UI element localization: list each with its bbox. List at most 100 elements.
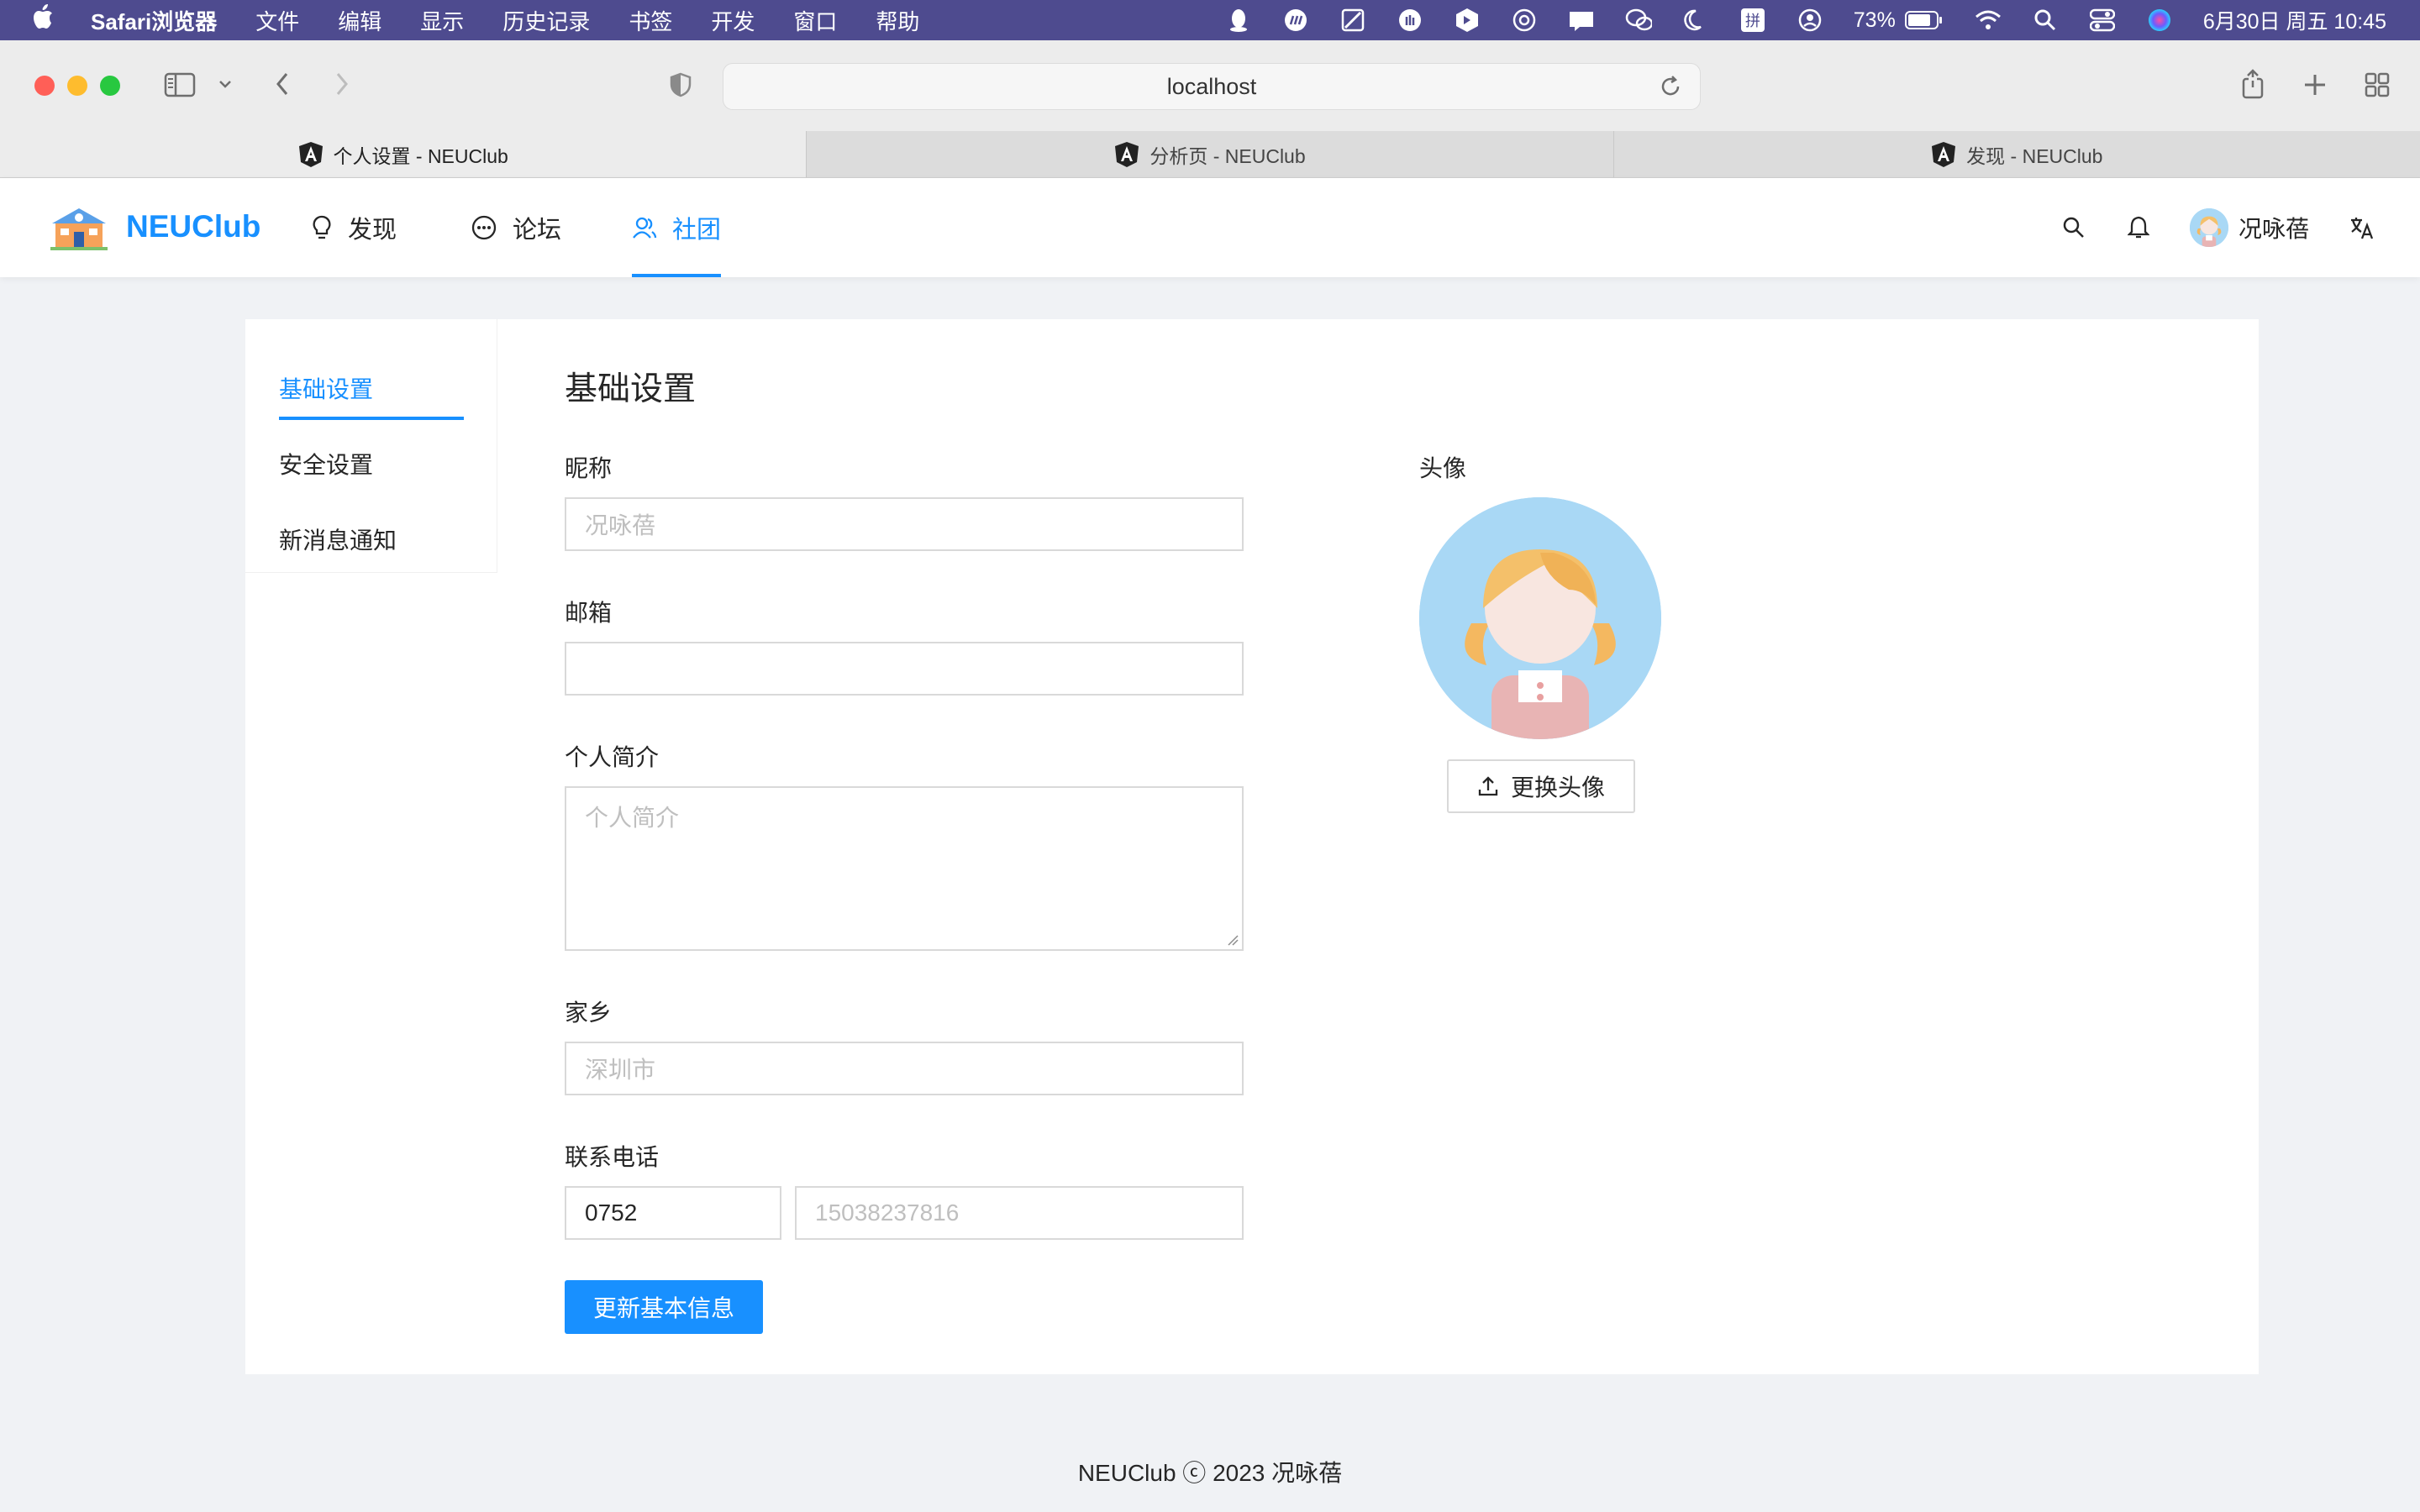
close-window-button[interactable] <box>34 76 55 96</box>
control-center-icon[interactable] <box>2089 7 2116 34</box>
page-title: 基础设置 <box>565 371 697 407</box>
wechat-icon[interactable] <box>1625 7 1652 34</box>
search-button[interactable] <box>2062 178 2086 277</box>
notification-button[interactable] <box>2128 178 2149 277</box>
active-nav-indicator <box>632 274 722 277</box>
back-icon[interactable] <box>271 69 294 99</box>
tab-title: 个人设置 - NEUClub <box>333 144 508 167</box>
tab-title: 发现 - NEUClub <box>1966 144 2103 167</box>
hand-icon[interactable] <box>1397 7 1423 34</box>
translate-icon <box>2351 218 2374 239</box>
minimize-window-button[interactable] <box>67 76 87 96</box>
bio-placeholder: 个人简介 <box>585 805 680 831</box>
change-avatar-button[interactable]: 更换头像 <box>1447 759 1635 813</box>
change-avatar-label: 更换头像 <box>1510 774 1605 801</box>
logo[interactable]: NEUClub <box>50 203 260 250</box>
bell-icon <box>2128 216 2149 239</box>
sidebar-toggle-icon[interactable] <box>163 71 197 99</box>
message-icon <box>471 215 497 240</box>
hexagon-app-icon[interactable] <box>1454 7 1481 34</box>
dropzone-icon[interactable] <box>1568 7 1595 34</box>
nav-club[interactable]: 社团 <box>632 178 722 277</box>
menu-history[interactable]: 历史记录 <box>502 5 590 36</box>
sync-icon[interactable] <box>1511 7 1538 34</box>
privacy-shield-icon[interactable] <box>668 71 693 99</box>
menu-view[interactable]: 显示 <box>420 5 464 36</box>
chevron-down-icon[interactable] <box>217 76 234 92</box>
resize-grip-icon[interactable] <box>1227 934 1239 946</box>
email-label: 邮箱 <box>565 600 613 626</box>
footer: NEUClub ⓒ 2023 况咏蓓 <box>1077 1460 1343 1486</box>
menu-bookmarks[interactable]: 书签 <box>629 5 672 36</box>
qq-icon[interactable] <box>1225 7 1252 34</box>
menu-help[interactable]: 帮助 <box>876 5 919 36</box>
istat-icon[interactable] <box>1282 7 1309 34</box>
language-button[interactable] <box>2349 178 2375 277</box>
user-circle-icon[interactable] <box>1797 7 1823 34</box>
tab-overview-icon[interactable] <box>2363 71 2391 99</box>
angular-icon <box>298 141 323 167</box>
siri-icon[interactable] <box>2146 7 2173 34</box>
side-menu-notifications[interactable]: 新消息通知 <box>279 522 397 556</box>
new-tab-icon[interactable] <box>2301 71 2329 99</box>
nickname-input[interactable]: 况咏蓓 <box>565 497 1244 551</box>
hometown-input[interactable]: 深圳市 <box>565 1042 1244 1095</box>
image-tool-icon[interactable] <box>1339 7 1366 34</box>
menu-window[interactable]: 窗口 <box>793 5 837 36</box>
url-text: localhost <box>1166 73 1257 99</box>
search-icon <box>2063 217 2084 238</box>
phone-number-input[interactable]: 15038237816 <box>795 1186 1244 1240</box>
tab-analysis[interactable]: 分析页 - NEUClub <box>806 131 1612 177</box>
tab-title: 分析页 - NEUClub <box>1150 144 1306 167</box>
angular-icon <box>1115 141 1139 167</box>
share-icon[interactable] <box>2238 67 2267 101</box>
angular-icon <box>1932 141 1956 167</box>
area-code-input[interactable]: 0752 <box>565 1186 781 1240</box>
menu-develop[interactable]: 开发 <box>711 5 755 36</box>
forward-icon[interactable] <box>330 69 354 99</box>
menu-safari[interactable]: Safari浏览器 <box>91 5 217 36</box>
phone-label: 联系电话 <box>565 1144 660 1170</box>
app-header: NEUClub 发现 论坛 社团 况咏蓓 <box>0 178 2420 277</box>
side-menu-security-settings[interactable]: 安全设置 <box>279 447 373 480</box>
zoom-window-button[interactable] <box>100 76 120 96</box>
side-menu-active-indicator <box>279 417 464 420</box>
input-method-icon[interactable]: 拼 <box>1739 7 1766 34</box>
brand-name: NEUClub <box>126 209 261 244</box>
apple-icon[interactable] <box>32 4 57 36</box>
team-icon <box>633 217 657 239</box>
bulb-icon <box>313 215 331 239</box>
macos-menubar: Safari浏览器 文件 编辑 显示 历史记录 书签 开发 窗口 帮助 拼 73… <box>0 0 2420 40</box>
user-menu[interactable]: 况咏蓓 <box>2190 178 2309 277</box>
school-logo-icon <box>50 208 108 250</box>
status-area: 拼 73% 6月30日 周五 10:45 <box>1225 0 2386 40</box>
bio-textarea[interactable]: 个人简介 <box>565 786 1244 951</box>
nav-discover[interactable]: 发现 <box>311 178 397 277</box>
tab-discover[interactable]: 发现 - NEUClub <box>1612 131 2420 177</box>
nickname-label: 昵称 <box>565 455 613 481</box>
tab-personal-settings[interactable]: 个人设置 - NEUClub <box>0 131 807 177</box>
reload-icon[interactable] <box>1658 74 1683 105</box>
nav-forum[interactable]: 论坛 <box>471 178 561 277</box>
settings-side-menu: 基础设置 安全设置 新消息通知 <box>245 319 497 573</box>
spotlight-icon[interactable] <box>2032 7 2059 34</box>
menubar-clock[interactable]: 6月30日 周五 10:45 <box>2203 5 2386 35</box>
avatar <box>2190 208 2228 247</box>
wifi-icon[interactable] <box>1975 7 2002 34</box>
address-bar[interactable]: localhost <box>723 63 1701 110</box>
menu-file[interactable]: 文件 <box>255 5 299 36</box>
svg-text:拼: 拼 <box>1745 13 1760 30</box>
menu-edit[interactable]: 编辑 <box>338 5 381 36</box>
avatar-image <box>1419 497 1661 739</box>
bio-label: 个人简介 <box>565 744 660 770</box>
update-info-button[interactable]: 更新基本信息 <box>565 1280 763 1334</box>
side-menu-basic-settings[interactable]: 基础设置 <box>279 371 373 405</box>
hometown-label: 家乡 <box>565 1000 613 1026</box>
username: 况咏蓓 <box>2238 216 2310 242</box>
battery-icon[interactable] <box>1904 7 1944 34</box>
nav-label: 社团 <box>672 217 722 244</box>
moon-icon[interactable] <box>1682 7 1709 34</box>
email-input[interactable] <box>565 642 1244 696</box>
nav-label: 论坛 <box>513 217 562 244</box>
battery-percent: 73% <box>1853 8 1896 32</box>
